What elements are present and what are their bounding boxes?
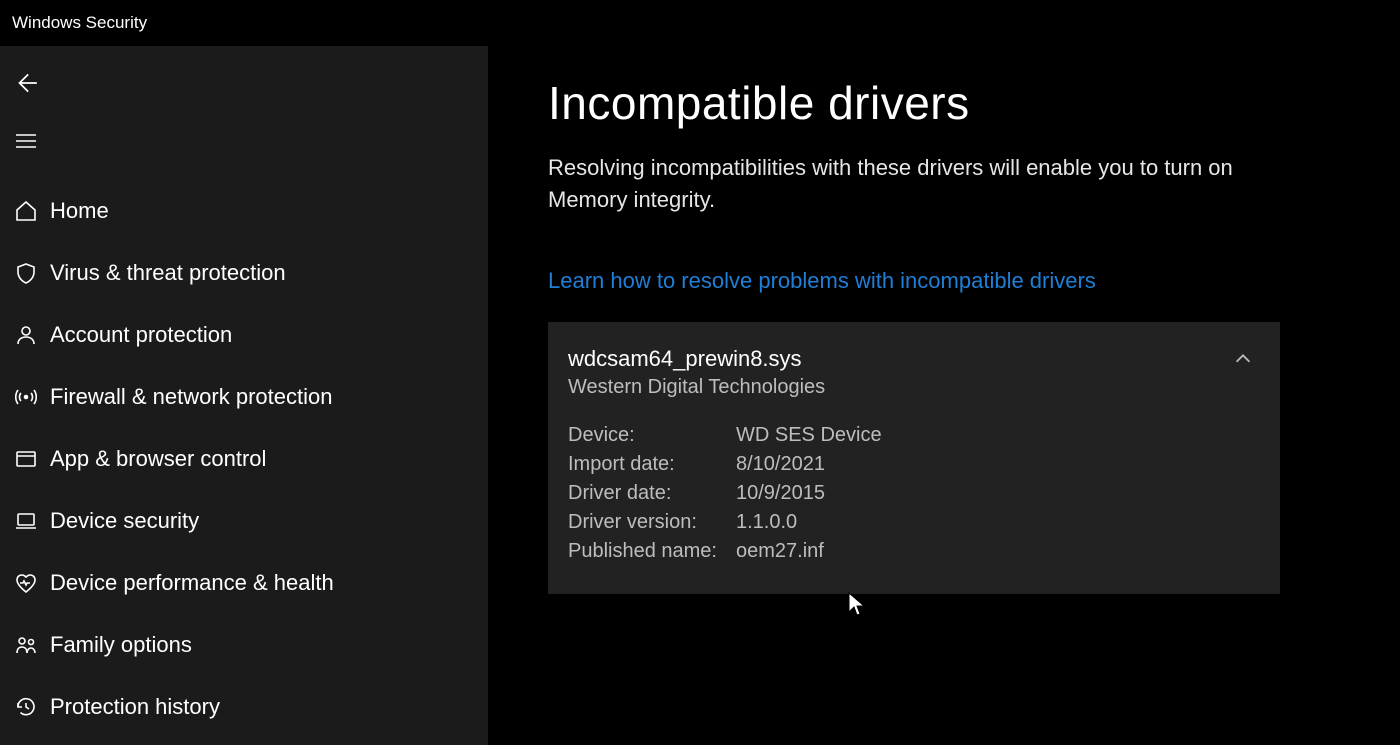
heart-icon	[8, 571, 44, 595]
sidebar: Home Virus & threat protection Account p…	[0, 46, 488, 745]
sidebar-item-account[interactable]: Account protection	[0, 304, 488, 366]
driver-field-driver-version: Driver version: 1.1.0.0	[568, 508, 1256, 537]
app-icon	[8, 447, 44, 471]
sidebar-item-device-security[interactable]: Device security	[0, 490, 488, 552]
sidebar-item-label: Account protection	[50, 322, 232, 348]
hamburger-button[interactable]	[0, 112, 488, 170]
page-title: Incompatible drivers	[548, 76, 1340, 130]
sidebar-item-label: Home	[50, 198, 109, 224]
sidebar-item-history[interactable]: Protection history	[0, 676, 488, 738]
laptop-icon	[8, 509, 44, 533]
sidebar-item-label: App & browser control	[50, 446, 266, 472]
title-bar: Windows Security	[0, 0, 1400, 46]
account-icon	[8, 323, 44, 347]
driver-field-import-date: Import date: 8/10/2021	[568, 450, 1256, 479]
field-value: 8/10/2021	[736, 450, 825, 479]
history-icon	[8, 695, 44, 719]
field-label: Published name:	[568, 537, 736, 566]
field-label: Driver date:	[568, 479, 736, 508]
sidebar-item-firewall[interactable]: Firewall & network protection	[0, 366, 488, 428]
field-value: WD SES Device	[736, 421, 882, 450]
sidebar-item-family[interactable]: Family options	[0, 614, 488, 676]
sidebar-item-label: Protection history	[50, 694, 220, 720]
wifi-icon	[8, 385, 44, 409]
driver-card[interactable]: wdcsam64_prewin8.sys Western Digital Tec…	[548, 322, 1280, 594]
shield-icon	[8, 261, 44, 285]
resolve-link[interactable]: Learn how to resolve problems with incom…	[548, 268, 1096, 294]
sidebar-item-virus[interactable]: Virus & threat protection	[0, 242, 488, 304]
driver-file-name: wdcsam64_prewin8.sys	[568, 346, 1256, 372]
sidebar-item-label: Device security	[50, 508, 199, 534]
back-icon	[8, 70, 44, 96]
field-label: Import date:	[568, 450, 736, 479]
sidebar-item-label: Device performance & health	[50, 570, 334, 596]
field-label: Device:	[568, 421, 736, 450]
driver-field-driver-date: Driver date: 10/9/2015	[568, 479, 1256, 508]
page-subtitle: Resolving incompatibilities with these d…	[548, 152, 1308, 216]
sidebar-item-label: Firewall & network protection	[50, 384, 332, 410]
field-value: 1.1.0.0	[736, 508, 797, 537]
back-button[interactable]	[0, 54, 488, 112]
sidebar-item-label: Virus & threat protection	[50, 260, 286, 286]
main-content: Incompatible drivers Resolving incompati…	[488, 46, 1400, 745]
field-value: 10/9/2015	[736, 479, 825, 508]
sidebar-item-home[interactable]: Home	[0, 180, 488, 242]
field-value: oem27.inf	[736, 537, 824, 566]
hamburger-icon	[8, 129, 44, 153]
driver-publisher: Western Digital Technologies	[568, 376, 1256, 399]
window-title: Windows Security	[12, 13, 147, 33]
field-label: Driver version:	[568, 508, 736, 537]
sidebar-item-performance[interactable]: Device performance & health	[0, 552, 488, 614]
sidebar-item-label: Family options	[50, 632, 192, 658]
driver-field-published-name: Published name: oem27.inf	[568, 537, 1256, 566]
driver-field-device: Device: WD SES Device	[568, 421, 1256, 450]
home-icon	[8, 199, 44, 223]
chevron-up-icon[interactable]	[1232, 348, 1254, 370]
sidebar-item-app-browser[interactable]: App & browser control	[0, 428, 488, 490]
family-icon	[8, 633, 44, 657]
